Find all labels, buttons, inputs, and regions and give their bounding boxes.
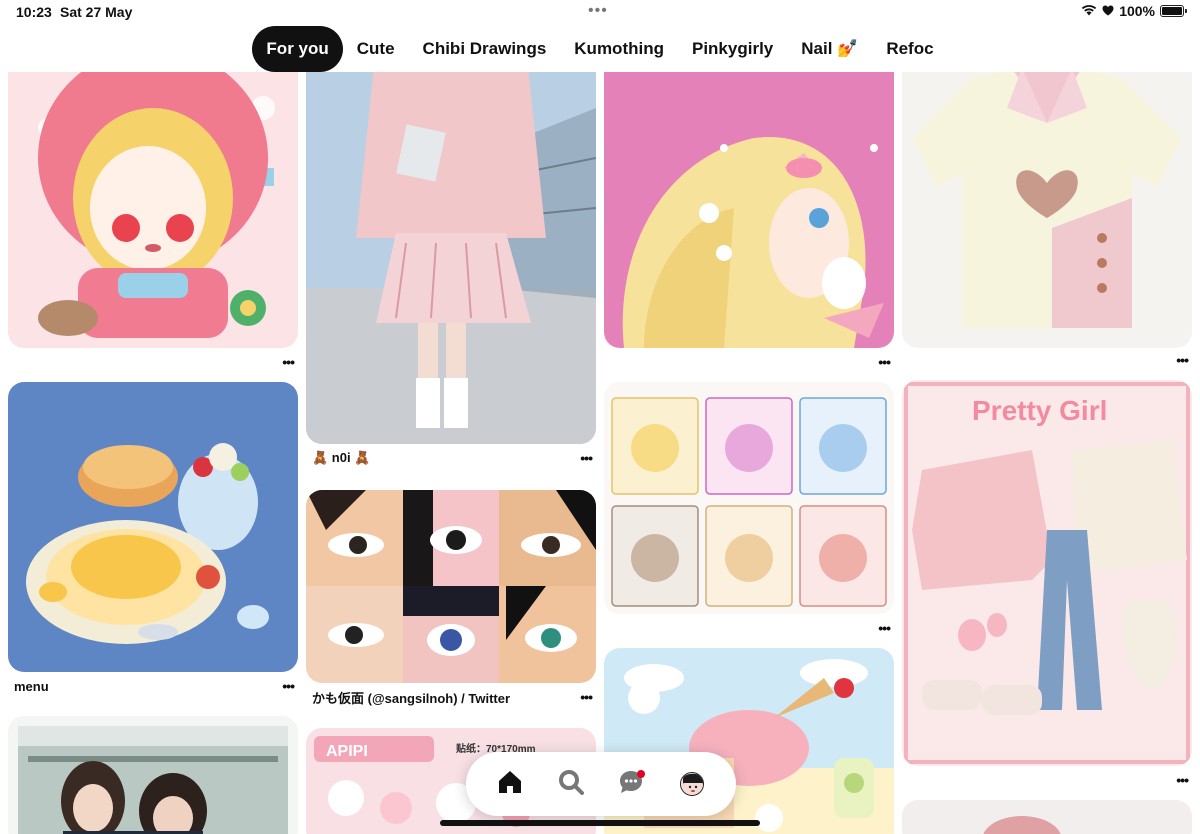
home-icon: [497, 769, 523, 800]
pin-feed: ••• menu ••• 🧸 n0i 🧸 ••• かも仮面 (@sangsiln…: [0, 0, 1200, 834]
pin-title[interactable]: 🧸 n0i 🧸: [312, 450, 370, 466]
profile-button[interactable]: [672, 764, 712, 804]
pin-image[interactable]: [902, 800, 1192, 834]
heart-icon: [1102, 3, 1114, 19]
pin-title[interactable]: menu: [14, 679, 49, 694]
pin-image[interactable]: [8, 382, 298, 672]
anime-eyes-collage: [306, 490, 596, 683]
bottom-navigation: [466, 752, 736, 816]
photo-two-girls: [8, 716, 298, 834]
more-options-icon[interactable]: •••: [878, 621, 891, 635]
pin-meta: menu •••: [14, 675, 295, 697]
pin-image[interactable]: Pretty Girl: [902, 380, 1192, 766]
avatar: [679, 772, 704, 796]
more-options-icon[interactable]: •••: [1176, 353, 1189, 367]
home-indicator[interactable]: [440, 820, 760, 826]
pin-meta: •••: [908, 769, 1189, 791]
more-options-icon[interactable]: •••: [282, 355, 295, 369]
tab-chibi-drawings[interactable]: Chibi Drawings: [409, 26, 561, 72]
pin-meta: •••: [908, 349, 1189, 371]
pin-image[interactable]: [306, 48, 596, 444]
chibi-character-illustration: [8, 48, 298, 348]
pin-image[interactable]: [306, 490, 596, 683]
status-time: 10:23: [16, 4, 52, 20]
blonde-girl-illustration: [604, 48, 894, 348]
tab-for-you[interactable]: For you: [252, 26, 343, 72]
battery-icon: [1160, 5, 1187, 17]
pin-meta: 🧸 n0i 🧸 •••: [312, 447, 593, 469]
pin-meta: •••: [610, 351, 891, 373]
search-button[interactable]: [551, 764, 591, 804]
status-bar: 10:23 Sat 27 May ••• 100%: [0, 0, 1200, 24]
more-options-icon[interactable]: •••: [580, 451, 593, 465]
battery-percent: 100%: [1119, 3, 1155, 19]
tab-cute[interactable]: Cute: [343, 26, 409, 72]
search-icon: [558, 769, 584, 800]
pin-meta: •••: [610, 617, 891, 639]
pin-image[interactable]: [604, 48, 894, 348]
pin-meta: •••: [14, 351, 295, 373]
pin-image[interactable]: [8, 48, 298, 348]
pink-illustration: [902, 800, 1192, 834]
outfit-overlay-text: Pretty Girl: [972, 395, 1107, 426]
category-tabs: For you Cute Chibi Drawings Kumothing Pi…: [0, 26, 1200, 72]
food-illustration: [8, 382, 298, 672]
pin-meta: かも仮面 (@sangsilnoh) / Twitter •••: [312, 686, 593, 708]
tab-pinkygirly[interactable]: Pinkygirly: [678, 26, 787, 72]
tab-kumothing[interactable]: Kumothing: [560, 26, 678, 72]
heart-cutout-top: [902, 48, 1192, 348]
status-date: Sat 27 May: [60, 4, 133, 20]
pin-image[interactable]: [8, 716, 298, 834]
wifi-icon: [1081, 3, 1097, 19]
multitasking-dots-icon[interactable]: •••: [588, 3, 608, 19]
messages-button[interactable]: [611, 764, 651, 804]
home-button[interactable]: [490, 764, 530, 804]
pin-image[interactable]: [902, 48, 1192, 348]
sticker-title-text: APIPI: [326, 743, 368, 760]
pin-image[interactable]: [604, 382, 894, 614]
pin-title[interactable]: かも仮面 (@sangsilnoh) / Twitter: [312, 688, 510, 707]
more-options-icon[interactable]: •••: [1176, 773, 1189, 787]
tab-nail[interactable]: Nail 💅: [787, 26, 872, 72]
pretty-girl-outfit: Pretty Girl: [902, 380, 1192, 766]
pink-cardigan-outfit-photo: [306, 48, 596, 444]
more-options-icon[interactable]: •••: [580, 690, 593, 704]
animal-hood-sketch-grid: [604, 382, 894, 614]
tab-refoc[interactable]: Refoc: [872, 26, 947, 72]
more-options-icon[interactable]: •••: [282, 679, 295, 693]
more-options-icon[interactable]: •••: [878, 355, 891, 369]
status-icons: 100%: [1081, 3, 1187, 19]
